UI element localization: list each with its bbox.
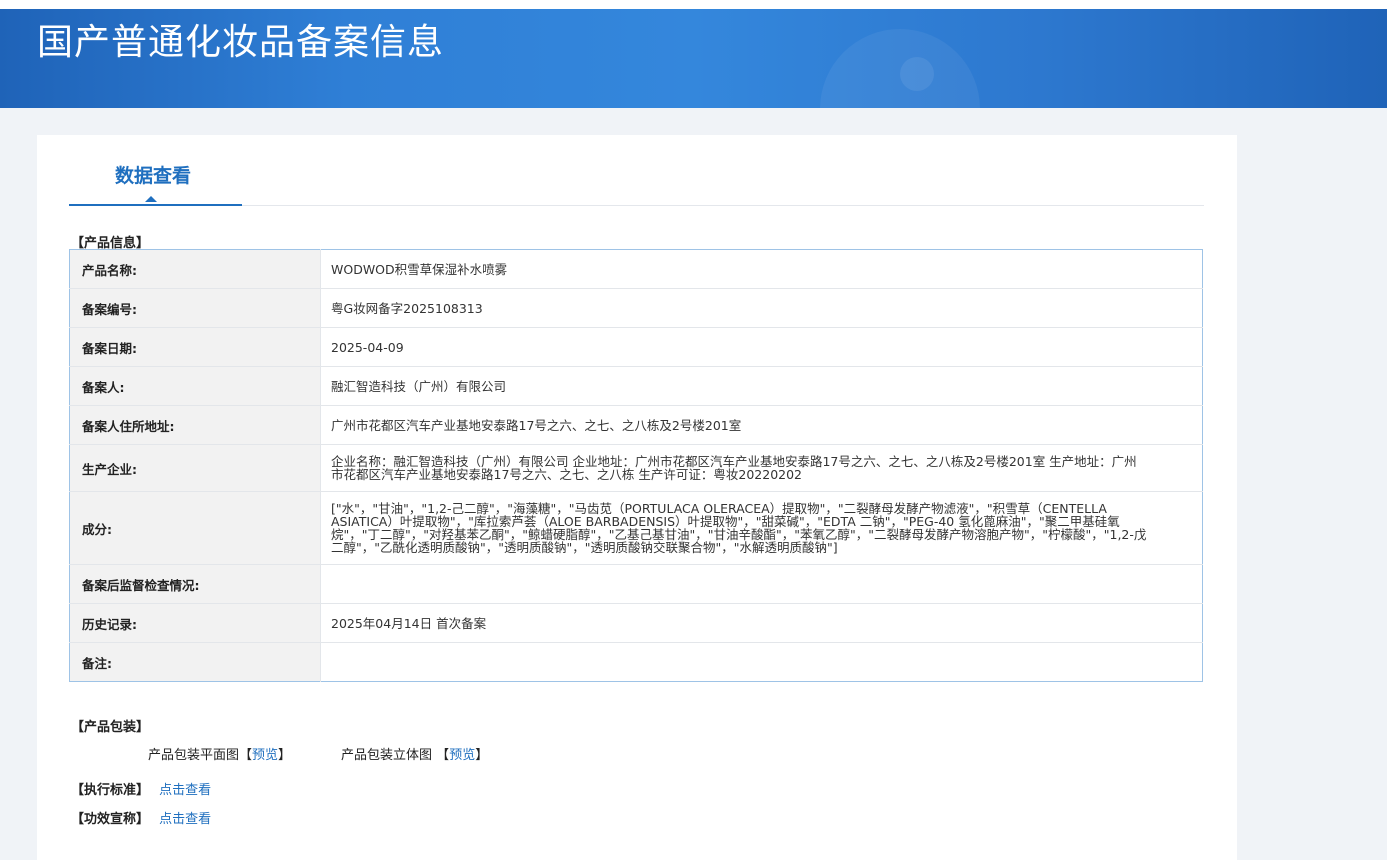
row-value xyxy=(320,564,1203,604)
efficacy-heading: 【功效宣称】 xyxy=(71,812,150,827)
flat-image-preview-link[interactable]: 预览 xyxy=(252,748,278,763)
table-row: 备注: xyxy=(69,642,1203,682)
packaging-row: 产品包装平面图【预览】 产品包装立体图 【预览】 xyxy=(148,744,488,763)
table-row: 成分: ["水"，"甘油"，"1,2-己二醇"，"海藻糖"，"马齿苋（PORTU… xyxy=(69,491,1203,565)
row-value: 粤G妆网备字2025108313 xyxy=(320,288,1203,328)
solid-image-label: 产品包装立体图 【 xyxy=(341,748,450,763)
top-strip xyxy=(0,0,1387,9)
row-value: 企业名称：融汇智造科技（广州）有限公司 企业地址：广州市花都区汽车产业基地安泰路… xyxy=(320,444,1203,492)
row-label: 产品名称: xyxy=(69,249,321,289)
table-row: 备案人住所地址: 广州市花都区汽车产业基地安泰路17号之六、之七、之八栋及2号楼… xyxy=(69,405,1203,445)
table-row: 备案编号: 粤G妆网备字2025108313 xyxy=(69,288,1203,328)
row-label: 备案人住所地址: xyxy=(69,405,321,445)
row-label: 历史记录: xyxy=(69,603,321,643)
standard-heading: 【执行标准】 xyxy=(71,783,150,798)
row-value: ["水"，"甘油"，"1,2-己二醇"，"海藻糖"，"马齿苋（PORTULACA… xyxy=(320,491,1203,565)
packaging-heading: 【产品包装】 xyxy=(71,720,150,735)
banner-decoration-dot xyxy=(900,57,934,91)
product-info-table: 产品名称: WODWOD积雪草保湿补水喷雾 备案编号: 粤G妆网备字202510… xyxy=(69,249,1203,682)
row-label: 备案人: xyxy=(69,366,321,406)
tab-caret-icon xyxy=(145,196,157,202)
flat-image-bracket: 】 xyxy=(278,748,292,763)
row-value: 融汇智造科技（广州）有限公司 xyxy=(320,366,1203,406)
table-row: 产品名称: WODWOD积雪草保湿补水喷雾 xyxy=(69,249,1203,289)
table-row: 备案人: 融汇智造科技（广州）有限公司 xyxy=(69,366,1203,406)
page-title: 国产普通化妆品备案信息 xyxy=(37,22,445,63)
row-value: 2025-04-09 xyxy=(320,327,1203,367)
efficacy-view-link[interactable]: 点击查看 xyxy=(159,812,211,827)
row-label: 备案后监督检查情况: xyxy=(69,564,321,604)
tab-label: 数据查看 xyxy=(115,165,192,187)
header-banner: 国产普通化妆品备案信息 xyxy=(0,9,1387,108)
row-value xyxy=(321,643,1203,682)
table-row: 备案日期: 2025-04-09 xyxy=(69,327,1203,367)
row-value: 广州市花都区汽车产业基地安泰路17号之六、之七、之八栋及2号楼201室 xyxy=(320,405,1203,445)
row-value: 2025年04月14日 首次备案 xyxy=(320,603,1203,643)
row-label: 备案编号: xyxy=(69,288,321,328)
row-label: 成分: xyxy=(69,491,321,565)
flat-image-label: 产品包装平面图【 xyxy=(148,748,253,763)
solid-image-preview-link[interactable]: 预览 xyxy=(449,748,475,763)
row-value: WODWOD积雪草保湿补水喷雾 xyxy=(320,249,1203,289)
tab-bar: 数据查看 xyxy=(69,135,1204,206)
table-row: 备案后监督检查情况: xyxy=(69,564,1203,604)
solid-image-bracket: 】 xyxy=(475,748,489,763)
table-row: 生产企业: 企业名称：融汇智造科技（广州）有限公司 企业地址：广州市花都区汽车产… xyxy=(69,444,1203,492)
table-row: 历史记录: 2025年04月14日 首次备案 xyxy=(69,603,1203,643)
row-label: 生产企业: xyxy=(69,444,321,492)
row-label: 备注: xyxy=(69,642,321,682)
standard-view-link[interactable]: 点击查看 xyxy=(159,783,211,798)
content-card: 数据查看 【产品信息】 产品名称: WODWOD积雪草保湿补水喷雾 备案编号: … xyxy=(37,135,1237,860)
standard-row: 【执行标准】 点击查看 xyxy=(71,779,211,798)
efficacy-row: 【功效宣称】 点击查看 xyxy=(71,808,211,827)
row-label: 备案日期: xyxy=(69,327,321,367)
tab-data-view[interactable]: 数据查看 xyxy=(69,135,242,206)
